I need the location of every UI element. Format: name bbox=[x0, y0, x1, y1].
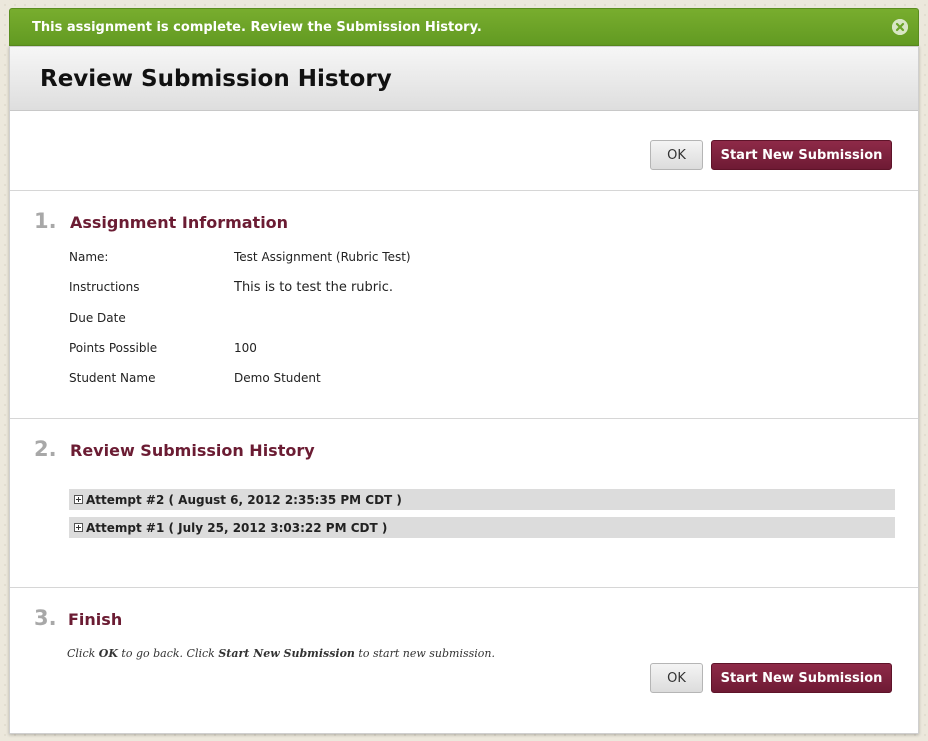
info-label-student-name: Student Name bbox=[69, 371, 156, 385]
info-value-student-name: Demo Student bbox=[234, 371, 321, 385]
info-value-points-possible: 100 bbox=[234, 341, 257, 355]
step-number-2: 2. bbox=[34, 437, 57, 461]
attempt-label: Attempt #1 ( July 25, 2012 3:03:22 PM CD… bbox=[86, 520, 388, 535]
info-label-due-date: Due Date bbox=[69, 311, 126, 325]
finish-text-start: Start New Submission bbox=[218, 647, 355, 660]
page-title: Review Submission History bbox=[40, 65, 392, 92]
finish-text-part: to start new submission. bbox=[354, 647, 495, 660]
section-divider bbox=[10, 418, 918, 419]
success-alert: This assignment is complete. Review the … bbox=[9, 8, 919, 46]
info-label-instructions: Instructions bbox=[69, 280, 140, 294]
finish-text-ok: OK bbox=[98, 647, 118, 660]
ok-button-bottom[interactable]: OK bbox=[650, 663, 703, 693]
info-value-instructions: This is to test the rubric. bbox=[234, 280, 394, 295]
expand-plus-icon[interactable] bbox=[74, 495, 83, 504]
start-new-submission-button-bottom[interactable]: Start New Submission bbox=[711, 663, 892, 693]
step-number-1: 1. bbox=[34, 209, 57, 233]
step-title-review-submission-history: Review Submission History bbox=[70, 441, 315, 460]
step-number-3: 3. bbox=[34, 606, 57, 630]
info-value-name: Test Assignment (Rubric Test) bbox=[234, 250, 411, 264]
attempt-label: Attempt #2 ( August 6, 2012 2:35:35 PM C… bbox=[86, 492, 402, 507]
info-label-points-possible: Points Possible bbox=[69, 341, 158, 355]
info-label-name: Name: bbox=[69, 250, 109, 264]
bottom-button-row: OK Start New Submission bbox=[650, 663, 892, 693]
close-icon[interactable] bbox=[892, 19, 908, 35]
finish-instructions: Click OK to go back. Click Start New Sub… bbox=[67, 647, 495, 660]
alert-message: This assignment is complete. Review the … bbox=[32, 19, 482, 35]
section-divider bbox=[10, 587, 918, 588]
attempt-row-2[interactable]: Attempt #2 ( August 6, 2012 2:35:35 PM C… bbox=[69, 489, 895, 510]
submission-panel: Review Submission History OK Start New S… bbox=[9, 46, 919, 734]
ok-button-top[interactable]: OK bbox=[650, 140, 703, 170]
start-new-submission-button-top[interactable]: Start New Submission bbox=[711, 140, 892, 170]
step-title-finish: Finish bbox=[68, 610, 123, 629]
finish-text-part: Click bbox=[67, 647, 99, 660]
section-divider bbox=[10, 190, 918, 191]
panel-header: Review Submission History bbox=[10, 47, 918, 111]
top-button-row: OK Start New Submission bbox=[650, 140, 892, 170]
expand-plus-icon[interactable] bbox=[74, 523, 83, 532]
step-title-assignment-information: Assignment Information bbox=[70, 213, 289, 232]
finish-text-part: to go back. Click bbox=[117, 647, 219, 660]
attempt-row-1[interactable]: Attempt #1 ( July 25, 2012 3:03:22 PM CD… bbox=[69, 517, 895, 538]
